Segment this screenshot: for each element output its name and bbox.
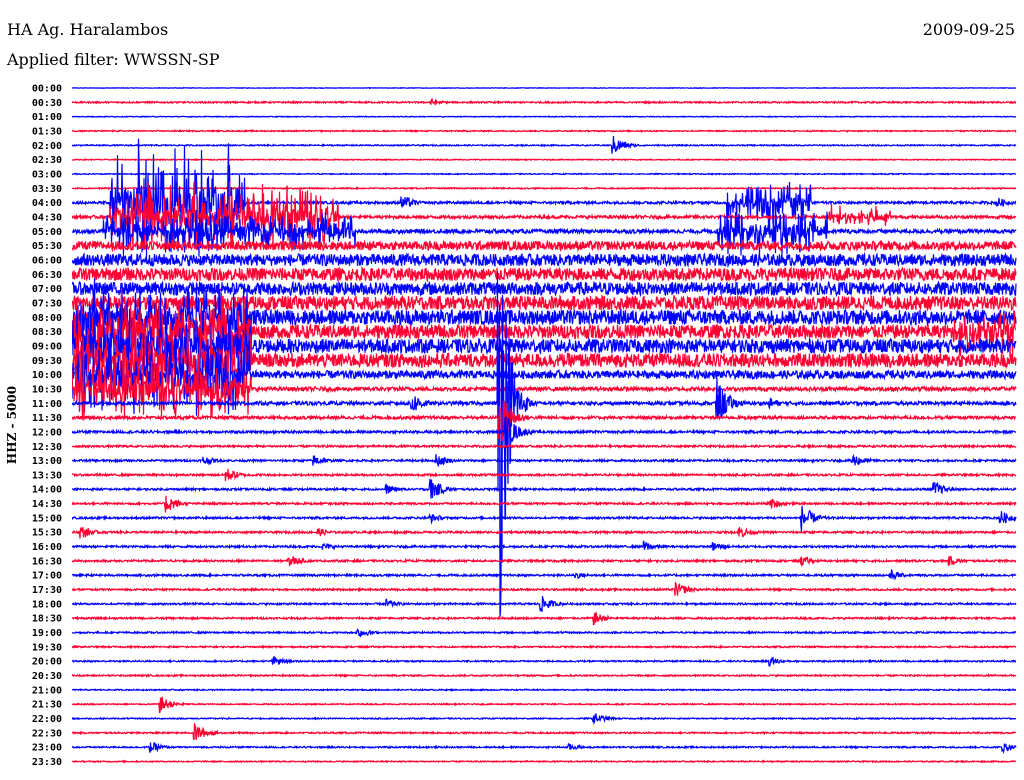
trace-row-1800 [72, 596, 1017, 613]
row-time-label: 21:30 [32, 700, 62, 711]
row-time-label: 22:00 [32, 714, 62, 725]
trace-row-2330 [72, 759, 1017, 764]
row-time-label: 19:00 [32, 628, 62, 639]
row-time-label: 06:00 [32, 255, 62, 266]
row-time-label: 15:30 [32, 528, 62, 539]
row-time-label: 02:00 [32, 141, 62, 152]
trace-row-0600 [72, 251, 1017, 269]
trace-row-1930 [72, 644, 1017, 650]
row-time-label: 07:30 [32, 298, 62, 309]
trace-row-2000 [72, 655, 1017, 667]
row-time-label: 20:30 [32, 671, 62, 682]
row-time-label: 14:30 [32, 499, 62, 510]
row-time-label: 08:00 [32, 313, 62, 324]
trace-row-0230 [72, 157, 1017, 162]
trace-row-0030 [72, 97, 1017, 106]
trace-row-0130 [72, 128, 1017, 134]
row-time-label: 03:00 [32, 169, 62, 180]
trace-row-2300 [72, 742, 1017, 755]
row-time-label: 13:30 [32, 470, 62, 481]
row-time-label: 09:00 [32, 341, 62, 352]
trace-row-2030 [72, 673, 1017, 679]
trace-row-1130 [72, 400, 1017, 441]
row-time-label: 00:30 [32, 98, 62, 109]
row-time-label: 03:30 [32, 184, 62, 195]
row-time-label: 04:00 [32, 198, 62, 209]
trace-row-1600 [72, 540, 1017, 551]
trace-row-2130 [72, 696, 1017, 714]
row-time-label: 17:30 [32, 585, 62, 596]
trace-row-0000 [72, 86, 1017, 90]
row-time-label: 02:30 [32, 155, 62, 166]
trace-row-0730 [72, 294, 1017, 312]
row-time-label: 05:30 [32, 241, 62, 252]
trace-row-0700 [72, 280, 1017, 298]
row-time-label: 16:30 [32, 556, 62, 567]
trace-row-1730 [72, 581, 1017, 596]
row-time-label: 16:00 [32, 542, 62, 553]
row-time-label: 21:00 [32, 685, 62, 696]
row-time-label: 01:30 [32, 126, 62, 137]
trace-row-1300 [72, 453, 1017, 467]
trace-row-1700 [72, 568, 1017, 581]
row-time-label: 20:00 [32, 657, 62, 668]
row-time-label: 17:00 [32, 571, 62, 582]
row-time-label: 09:30 [32, 356, 62, 367]
row-time-label: 07:00 [32, 284, 62, 295]
row-time-label: 11:30 [32, 413, 62, 424]
row-time-label: 06:30 [32, 270, 62, 281]
row-time-label: 05:00 [32, 227, 62, 238]
row-time-label: 01:00 [32, 112, 62, 123]
row-time-label: 12:30 [32, 442, 62, 453]
trace-row-1230 [72, 443, 1017, 450]
trace-row-2200 [72, 713, 1016, 726]
row-time-label: 18:30 [32, 614, 62, 625]
row-time-label: 10:30 [32, 384, 62, 395]
trace-row-0630 [72, 265, 1017, 283]
trace-row-1400 [72, 478, 1017, 499]
row-time-label: 23:00 [32, 743, 62, 754]
trace-row-2100 [72, 687, 1017, 693]
row-time-label: 22:30 [32, 728, 62, 739]
row-time-label: 12:00 [32, 427, 62, 438]
row-time-label: 15:00 [32, 513, 62, 524]
row-time-label: 00:00 [32, 84, 62, 95]
row-time-label: 11:00 [32, 399, 62, 410]
row-time-label: 10:00 [32, 370, 62, 381]
row-time-label: 14:00 [32, 485, 62, 496]
trace-row-0200 [72, 135, 1017, 154]
trace-row-1430 [72, 495, 1017, 513]
helicorder-plot: 00:00 00:30 01:00 01:30 02:00 02:30 03:00 03:30… [32, 84, 1017, 768]
trace-row-2230 [72, 723, 1017, 741]
row-time-label: 18:00 [32, 599, 62, 610]
row-time-label: 04:30 [32, 212, 62, 223]
trace-row-1630 [72, 555, 1017, 568]
row-time-label: 08:30 [32, 327, 62, 338]
trace-row-1530 [72, 527, 1017, 539]
trace-row-0100 [72, 115, 1017, 119]
trace-row-1830 [72, 612, 1017, 626]
row-time-label: 23:30 [32, 757, 62, 768]
trace-row-1500 [72, 505, 1017, 532]
trace-row-1200 [72, 415, 1017, 448]
trace-row-1330 [72, 468, 1016, 482]
trace-row-1900 [72, 627, 1017, 638]
row-time-label: 13:00 [32, 456, 62, 467]
row-time-label: 19:30 [32, 642, 62, 653]
